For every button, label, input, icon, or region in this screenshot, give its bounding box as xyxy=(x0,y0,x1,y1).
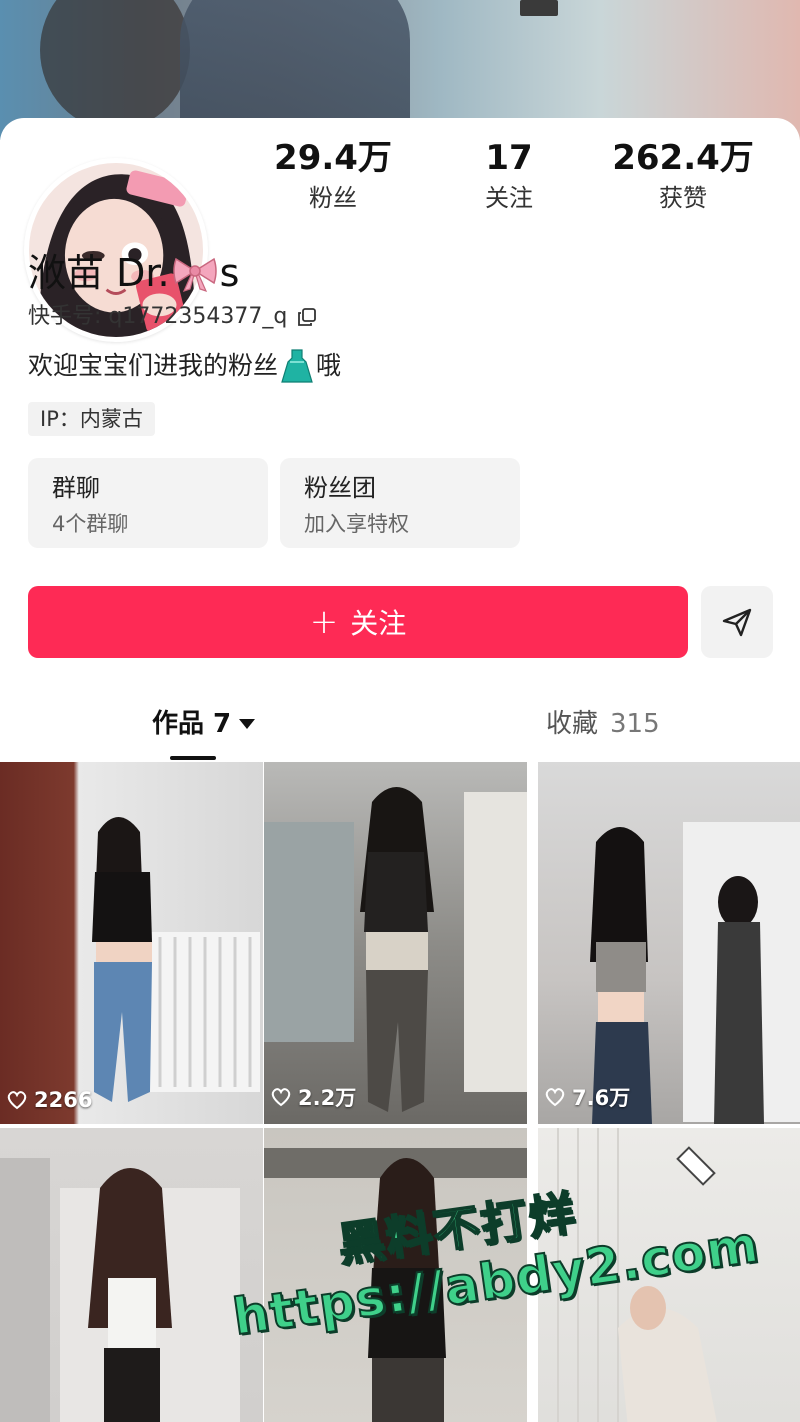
cover-tag-shape xyxy=(520,0,558,16)
ip-location-badge: IP：内蒙古 xyxy=(28,402,155,436)
profile-stats-row: 29.4万 粉丝 17 关注 262.4万 获赞 xyxy=(0,138,800,238)
profile-name-text: 浟苗 Dr. xyxy=(28,251,170,295)
heart-icon xyxy=(271,1088,291,1107)
caret-down-icon xyxy=(239,719,256,729)
tab-favorites-label: 收藏 xyxy=(546,709,599,739)
tab-active-indicator xyxy=(170,756,216,760)
stat-following-value: 17 xyxy=(485,138,533,178)
video-thumbnail[interactable]: 2.2万 xyxy=(264,762,527,1124)
stat-likes-value: 262.4万 xyxy=(612,138,754,178)
heart-icon xyxy=(7,1091,27,1110)
heart-icon xyxy=(545,1088,565,1107)
like-count-value: 2.2万 xyxy=(298,1086,357,1110)
stat-likes[interactable]: 262.4万 获赞 xyxy=(598,138,768,214)
profile-name: 浟苗 Dr. s xyxy=(28,248,239,298)
plus-icon: + xyxy=(309,602,339,642)
follow-button-label: 关注 xyxy=(350,607,407,640)
tab-favorites[interactable]: 收藏 315 xyxy=(546,694,660,754)
group-chat-title: 群聊 xyxy=(52,474,100,502)
account-id-row: 快手号: q1772354377_q xyxy=(28,300,317,334)
stat-followers[interactable]: 29.4万 粉丝 xyxy=(248,138,418,214)
fan-club-title: 粉丝团 xyxy=(304,474,376,502)
profile-tabs: 作品 7 收藏 315 xyxy=(0,694,800,760)
group-chat-card[interactable]: 群聊 4个群聊 xyxy=(28,458,268,548)
video-thumbnail[interactable]: 7.6万 xyxy=(538,762,800,1124)
tab-works[interactable]: 作品 7 xyxy=(152,694,256,754)
bio-suffix: 哦 xyxy=(316,351,342,380)
fan-club-card[interactable]: 粉丝团 加入享特权 xyxy=(280,458,520,548)
bio-text: 欢迎宝宝们进我的粉丝 xyxy=(28,351,279,380)
stat-followers-value: 29.4万 xyxy=(274,138,392,178)
account-id: 快手号: q1772354377_q xyxy=(28,304,288,329)
cover-hair-shape xyxy=(40,0,190,130)
video-thumbnail[interactable]: 2266 xyxy=(0,762,263,1124)
thumbnail-image xyxy=(590,822,800,1124)
copy-icon[interactable] xyxy=(297,307,317,327)
like-count: 2.2万 xyxy=(270,1082,356,1112)
stat-likes-label: 获赞 xyxy=(659,184,707,212)
stat-followers-label: 粉丝 xyxy=(309,184,357,212)
tab-favorites-count: 315 xyxy=(610,709,660,739)
dress-emoji-icon xyxy=(281,349,313,383)
tab-works-label: 作品 7 xyxy=(152,709,232,739)
like-count: 7.6万 xyxy=(544,1082,630,1112)
stat-following-label: 关注 xyxy=(485,184,533,212)
stat-following[interactable]: 17 关注 xyxy=(424,138,594,214)
send-icon xyxy=(722,608,752,637)
like-count-value: 2266 xyxy=(34,1088,93,1112)
group-chat-subtitle: 4个群聊 xyxy=(52,512,129,536)
like-count: 2266 xyxy=(6,1088,92,1112)
follow-button[interactable]: + 关注 xyxy=(28,586,688,658)
ribbon-bow-icon xyxy=(172,257,217,292)
like-count-value: 7.6万 xyxy=(572,1086,631,1110)
profile-name-suffix: s xyxy=(219,251,240,295)
thumbnail-image xyxy=(92,817,260,1102)
profile-bio: 欢迎宝宝们进我的粉丝 哦 xyxy=(28,346,341,386)
share-button[interactable] xyxy=(701,586,773,658)
fan-club-subtitle: 加入享特权 xyxy=(304,512,409,536)
thumbnail-image xyxy=(264,787,527,1112)
